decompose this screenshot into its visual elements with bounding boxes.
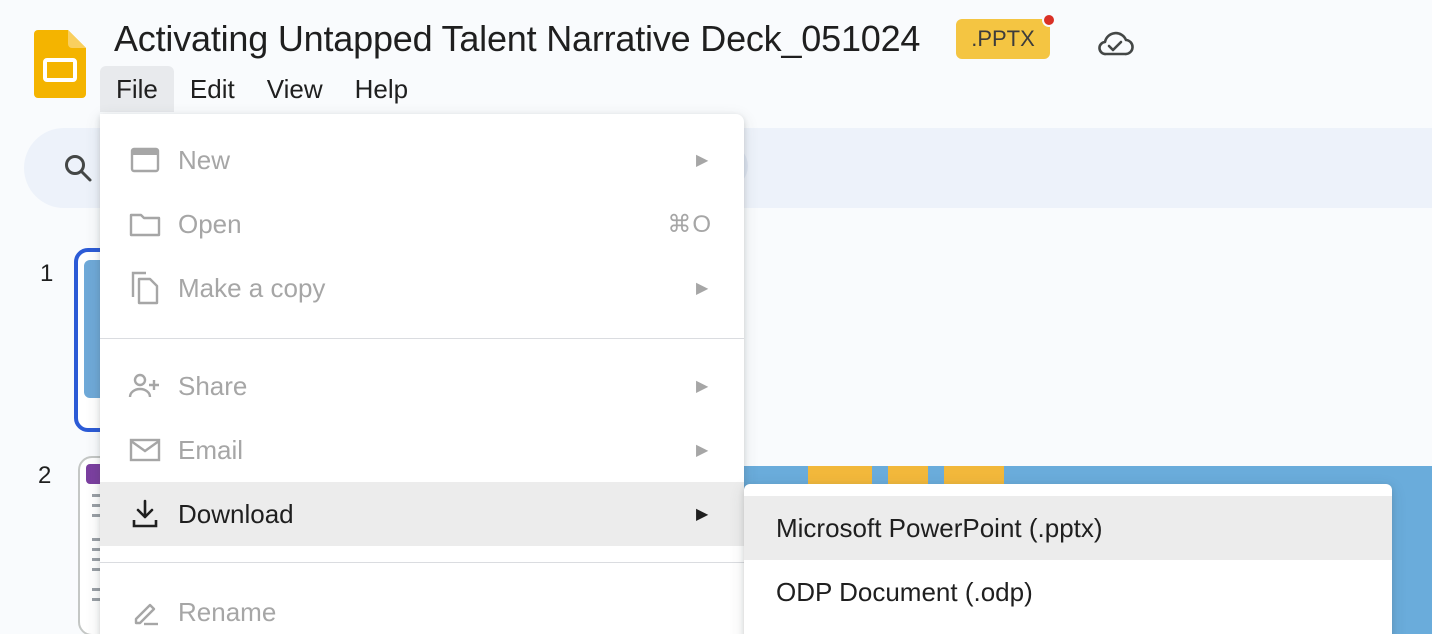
- menu-item-download[interactable]: Download ▶: [100, 482, 744, 546]
- menu-help[interactable]: Help: [339, 66, 424, 112]
- menu-item-label: Make a copy: [178, 272, 326, 303]
- document-title[interactable]: Activating Untapped Talent Narrative Dec…: [114, 18, 920, 60]
- copy-icon: [128, 271, 162, 305]
- download-pptx-option[interactable]: Microsoft PowerPoint (.pptx): [744, 496, 1392, 560]
- slide-number: 2: [38, 462, 52, 489]
- menu-file[interactable]: File: [100, 66, 174, 112]
- download-icon: [128, 497, 162, 531]
- person-add-icon: [128, 369, 162, 403]
- menu-item-open[interactable]: Open ⌘O: [100, 192, 744, 256]
- slides-logo-icon[interactable]: [34, 30, 86, 98]
- submenu-arrow-icon: ▶: [696, 280, 709, 297]
- submenu-arrow-icon: ▶: [696, 152, 709, 169]
- download-submenu: Microsoft PowerPoint (.pptx) ODP Documen…: [744, 484, 1392, 634]
- notification-dot: [1042, 13, 1056, 27]
- menu-item-new[interactable]: New ▶: [100, 128, 744, 192]
- submenu-arrow-icon: ▶: [696, 378, 709, 395]
- file-format-label: .PPTX: [971, 26, 1035, 51]
- slide-number: 1: [40, 260, 54, 287]
- menu-item-label: Rename: [178, 596, 277, 627]
- menu-edit[interactable]: Edit: [174, 66, 251, 112]
- menu-item-label: Email: [178, 434, 244, 465]
- submenu-arrow-icon: ▶: [696, 442, 709, 459]
- rename-icon: [128, 595, 162, 629]
- menu-item-label: New: [178, 144, 231, 175]
- file-menu-dropdown: New ▶ Open ⌘O Make a copy ▶ Share ▶ Emai…: [100, 114, 744, 634]
- submenu-arrow-icon: ▶: [696, 506, 709, 523]
- menu-item-label: Share: [178, 370, 248, 401]
- presentation-icon: [128, 143, 162, 177]
- menu-bar: File Edit View Help: [100, 66, 424, 112]
- menu-divider: [100, 338, 744, 339]
- menu-item-share[interactable]: Share ▶: [100, 354, 744, 418]
- search-icon[interactable]: [62, 152, 94, 184]
- keyboard-shortcut: ⌘O: [667, 210, 712, 238]
- menu-item-make-a-copy[interactable]: Make a copy ▶: [100, 256, 744, 320]
- cloud-check-icon[interactable]: [1096, 28, 1134, 58]
- menu-item-rename[interactable]: Rename: [100, 580, 744, 634]
- menu-view[interactable]: View: [251, 66, 339, 112]
- menu-item-label: Open: [178, 208, 242, 239]
- menu-divider: [100, 562, 744, 563]
- menu-item-email[interactable]: Email ▶: [100, 418, 744, 482]
- menu-item-label: Download: [178, 498, 294, 529]
- download-odp-option[interactable]: ODP Document (.odp): [744, 560, 1392, 624]
- mail-icon: [128, 433, 162, 467]
- folder-icon: [128, 207, 162, 241]
- file-format-badge[interactable]: .PPTX: [956, 13, 1056, 59]
